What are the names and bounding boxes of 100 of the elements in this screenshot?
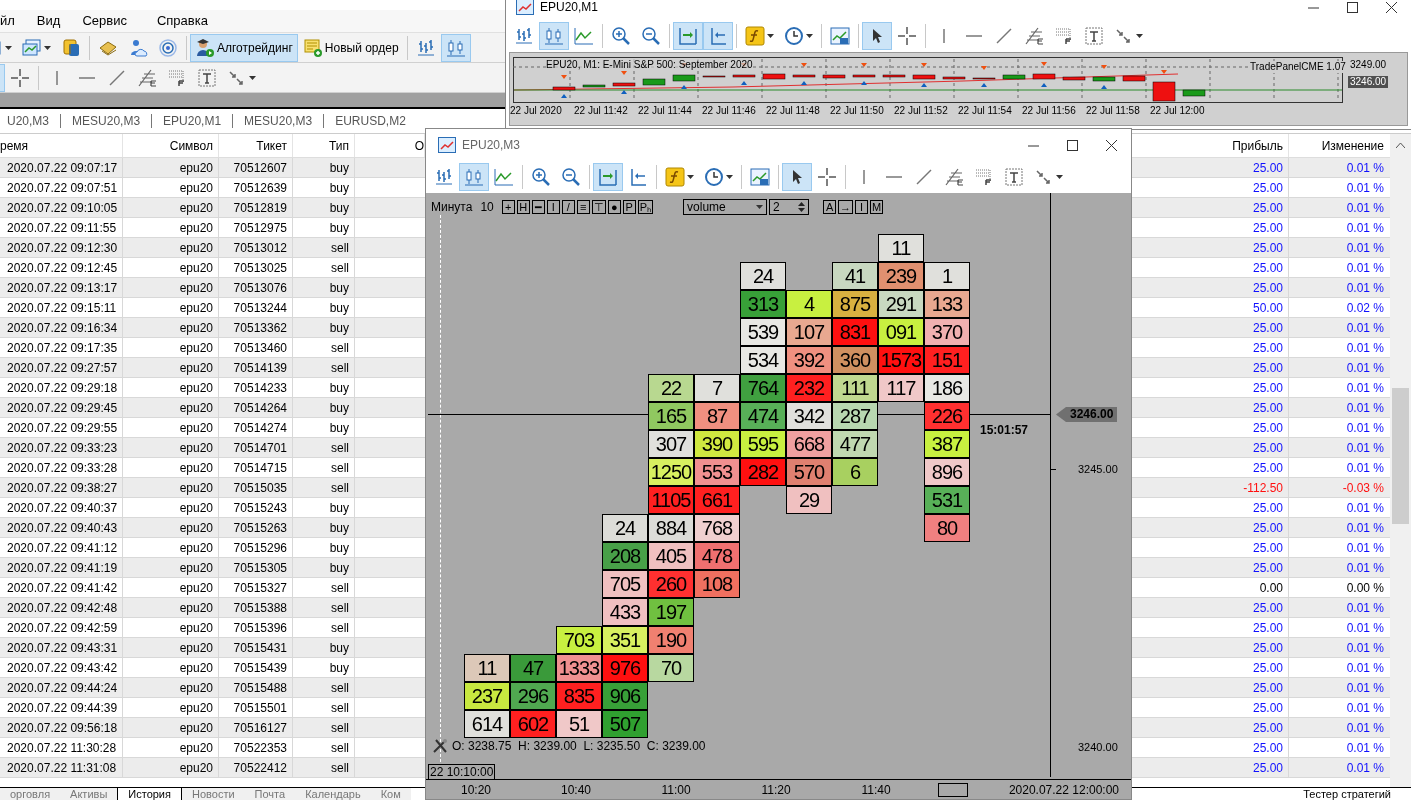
table-cell: epu20 — [123, 258, 219, 277]
panel-button[interactable]: / — [561, 200, 575, 214]
panel-button[interactable]: ⊤ — [591, 200, 606, 214]
volume-cell: 11 — [878, 234, 924, 262]
table-cell: epu20 — [123, 378, 219, 397]
panel-button[interactable]: P — [622, 200, 636, 214]
volume-cell: 22 — [648, 374, 694, 402]
volume-cell: 282 — [740, 458, 786, 486]
panel-button[interactable]: A — [823, 200, 837, 214]
price-label: 3245.00 — [1078, 463, 1118, 476]
volume-cell: 884 — [648, 514, 694, 542]
panel-button[interactable]: H — [516, 200, 530, 214]
table-cell: 2020.07.22 09:40:43 — [0, 518, 123, 537]
chart-tab[interactable]: MESU20,M3 — [233, 112, 324, 130]
chart-tab[interactable]: EPU20,M1 — [152, 112, 233, 130]
column-header[interactable]: Тип — [293, 134, 355, 157]
table-cell: 70512639 — [219, 178, 293, 197]
mode-dropdown[interactable]: volume — [683, 199, 768, 215]
table-cell: epu20 — [123, 238, 219, 257]
volume-cell: 351 — [602, 626, 648, 654]
menu-item[interactable]: Вид — [18, 11, 65, 31]
table-cell: 2020.07.22 09:41:12 — [0, 538, 123, 557]
window-title: EPU20,M3 — [462, 137, 521, 154]
volume-cell: 705 — [602, 570, 648, 598]
tab[interactable]: Ком — [370, 788, 411, 800]
panel-button[interactable]: ≡ — [576, 200, 590, 214]
table-cell: sell — [293, 698, 355, 717]
menu-item[interactable]: Сервис — [64, 11, 131, 31]
chart-tab[interactable]: EURUSD,M2 — [324, 112, 417, 130]
tab[interactable]: Почта — [244, 788, 296, 800]
volume-cell: 602 — [510, 710, 556, 738]
countdown-label: 15:01:57 — [980, 422, 1029, 439]
table-cell: 2020.07.22 09:33:23 — [0, 438, 123, 457]
volume-cell: 091 — [878, 318, 924, 346]
table-cell: buy — [293, 638, 355, 657]
period-count: 10 — [480, 199, 494, 216]
volume-cell: 4 — [786, 290, 832, 318]
table-cell: 2020.07.22 09:44:39 — [0, 698, 123, 717]
panel-button[interactable]: ━ — [531, 200, 545, 214]
table-cell: epu20 — [123, 718, 219, 737]
column-header[interactable]: ремя — [0, 134, 123, 157]
table-cell: 70515488 — [219, 678, 293, 697]
volume-cell: 1250 — [648, 458, 694, 486]
table-cell: 70522353 — [219, 738, 293, 757]
volume-cell: 70 — [648, 654, 694, 682]
volume-cell: 539 — [740, 318, 786, 346]
time-label: 22 Jul 11:52 — [894, 105, 949, 117]
table-cell: 70513076 — [219, 278, 293, 297]
tab[interactable]: Активы — [60, 788, 118, 800]
volume-cell: 111 — [832, 374, 878, 402]
table-cell: buy — [293, 518, 355, 537]
table-cell: sell — [293, 598, 355, 617]
volume-cell: 433 — [602, 598, 648, 626]
panel-button[interactable]: Pₕ — [637, 200, 654, 214]
panel-button[interactable]: + — [501, 200, 515, 214]
volume-cell: 87 — [694, 402, 740, 430]
time-label: 2020.07.22 12:00:00 — [1008, 781, 1120, 799]
panel-button[interactable]: ● — [607, 200, 621, 214]
toolbar-button[interactable]: Новый ордер — [297, 33, 404, 62]
table-cell: buy — [293, 318, 355, 337]
volume-cell: 387 — [924, 430, 970, 458]
window-title: EPU20,M1 — [540, 0, 599, 16]
toolbar-button[interactable]: Алготрейдинг — [190, 33, 298, 62]
panel-button[interactable]: I — [855, 200, 869, 214]
volume-cell: 906 — [602, 682, 648, 710]
tab[interactable]: История — [117, 788, 182, 800]
table-cell: 2020.07.22 09:41:19 — [0, 558, 123, 577]
panel-button[interactable]: M — [870, 200, 884, 214]
chart-tab[interactable]: MESU20,M3 — [61, 112, 152, 130]
column-header[interactable]: Символ — [123, 134, 219, 157]
tab[interactable]: Новости — [182, 788, 245, 800]
tab[interactable]: Тестер стратегий — [1303, 788, 1391, 800]
table-cell: 70522412 — [219, 758, 293, 777]
table-cell: 2020.07.22 09:43:31 — [0, 638, 123, 657]
chart-caption: EPU20, M1: E-Mini S&P 500: September 2020 — [546, 59, 753, 71]
table-cell: epu20 — [123, 358, 219, 377]
step-spinner[interactable]: 2 — [769, 199, 810, 215]
panel-button[interactable]: I — [546, 200, 560, 214]
menu-item[interactable]: Справка — [130, 11, 212, 31]
table-cell: sell — [293, 338, 355, 357]
volume-cell: 41 — [832, 262, 878, 290]
volume-cell: 232 — [786, 374, 832, 402]
table-cell: 70512819 — [219, 198, 293, 217]
time-label: 22 Jul 11:58 — [1086, 105, 1141, 117]
tab[interactable]: орговля — [0, 788, 61, 800]
menu-item[interactable]: йл — [0, 11, 19, 31]
volume-cell: 1333 — [556, 654, 602, 682]
tab[interactable]: Календарь — [295, 788, 371, 800]
table-cell: 2020.07.22 09:40:37 — [0, 498, 123, 517]
table-cell: sell — [293, 258, 355, 277]
column-header[interactable]: Тикет — [219, 134, 293, 157]
panel-button[interactable]: → — [838, 200, 854, 214]
time-label: 22 Jul 11:46 — [702, 105, 757, 117]
table-cell: epu20 — [123, 678, 219, 697]
chart-tab[interactable]: U20,M3 — [0, 112, 61, 130]
table-cell: 2020.07.22 09:11:55 — [0, 218, 123, 237]
volume-cell: 190 — [648, 626, 694, 654]
table-cell: 2020.07.22 09:29:18 — [0, 378, 123, 397]
time-label: 22 Jul 11:56 — [1022, 105, 1077, 117]
volume-cell: 313 — [740, 290, 786, 318]
